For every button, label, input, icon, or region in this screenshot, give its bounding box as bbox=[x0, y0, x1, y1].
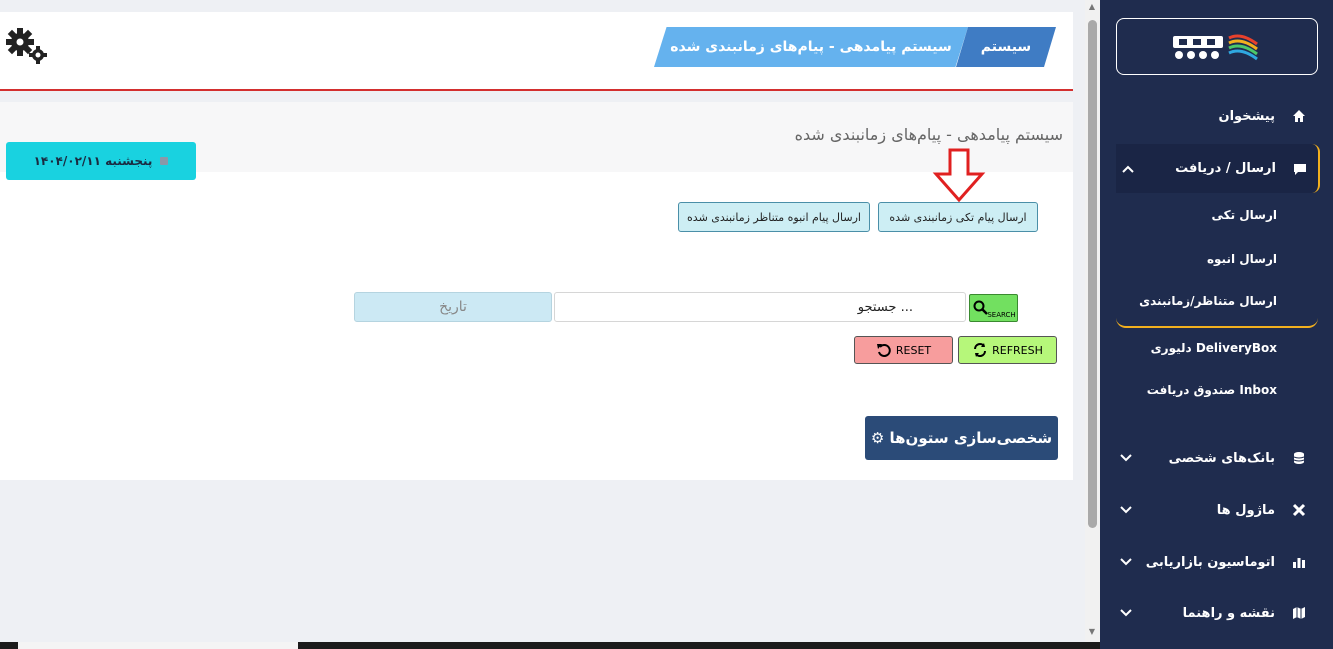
scroll-up-icon[interactable]: ▲ bbox=[1087, 2, 1097, 12]
breadcrumb-page[interactable]: سیستم پیامدهی - پیام‌های زمانبندی شده bbox=[654, 27, 968, 67]
refresh-label: REFRESH bbox=[992, 343, 1043, 357]
search-icon bbox=[973, 300, 988, 315]
brand-logo[interactable] bbox=[1116, 18, 1318, 75]
search-button-label: SEARCH bbox=[987, 311, 1016, 319]
breadcrumb-system[interactable]: سیستم bbox=[956, 27, 1056, 67]
chevron-down-icon[interactable] bbox=[1118, 605, 1134, 621]
date-filter-input[interactable] bbox=[354, 292, 552, 322]
calendar-icon bbox=[160, 157, 169, 165]
red-arrow-annotation-icon bbox=[932, 148, 986, 203]
chevron-down-icon[interactable] bbox=[1118, 450, 1134, 466]
reset-label: RESET bbox=[895, 343, 932, 357]
sidebar-item-label: نقشه و راهنما bbox=[1182, 605, 1275, 621]
reset-button[interactable]: RESET bbox=[854, 336, 953, 364]
chevron-down-icon[interactable] bbox=[1118, 554, 1134, 570]
undo-icon bbox=[876, 344, 891, 357]
active-submenu-indicator bbox=[1116, 312, 1318, 328]
submenu-inbox[interactable]: صندوق دریافت Inbox bbox=[1147, 383, 1277, 397]
refresh-button[interactable]: REFRESH bbox=[958, 336, 1057, 364]
sidebar-item-label: ماژول ها bbox=[1216, 502, 1275, 518]
sidebar-item-label: اتوماسیون بازاریابی bbox=[1145, 554, 1275, 570]
page-title: سیستم پیامدهی - پیام‌های زمانبندی شده bbox=[794, 125, 1063, 144]
brand-logo-icon bbox=[1173, 34, 1258, 60]
date-label: پنجشنبه ۱۴۰۴/۰۲/۱۱ bbox=[33, 154, 153, 168]
sidebar-item-marketing-automation[interactable]: اتوماسیون بازاریابی bbox=[1100, 542, 1333, 582]
sidebar-item-label: پیشخوان bbox=[1218, 108, 1276, 124]
page-header: سیستم پیامدهی - پیام‌های زمانبندی شده سی… bbox=[0, 12, 1073, 91]
submenu-send-bulk[interactable]: ارسال انبوه bbox=[1207, 252, 1277, 266]
map-icon bbox=[1291, 605, 1307, 621]
scroll-down-icon[interactable]: ▼ bbox=[1087, 627, 1097, 637]
sidebar-item-personal-banks[interactable]: بانک‌های شخصی bbox=[1100, 438, 1333, 478]
date-badge[interactable]: پنجشنبه ۱۴۰۴/۰۲/۱۱ bbox=[6, 142, 196, 180]
sidebar-item-modules[interactable]: ماژول ها bbox=[1100, 490, 1333, 530]
message-icon bbox=[1292, 161, 1308, 177]
send-single-scheduled-button[interactable]: ارسال پیام تکی زمانبندی شده bbox=[878, 202, 1038, 232]
taskbar-segment bbox=[18, 642, 298, 649]
search-input[interactable] bbox=[554, 292, 966, 322]
title-strip: سیستم پیامدهی - پیام‌های زمانبندی شده پن… bbox=[0, 102, 1073, 180]
customize-columns-button[interactable]: ⚙ شخصی‌سازی ستون‌ها bbox=[865, 416, 1058, 460]
submenu-send-scheduled[interactable]: ارسال متناظر/زمانبندی bbox=[1139, 294, 1277, 308]
chevron-down-icon[interactable] bbox=[1118, 502, 1134, 518]
chart-icon bbox=[1291, 554, 1307, 570]
sidebar-item-map-guide[interactable]: نقشه و راهنما bbox=[1100, 593, 1333, 633]
tools-icon bbox=[1291, 502, 1307, 518]
submenu-send-single[interactable]: ارسال تکی bbox=[1211, 208, 1277, 222]
sidebar-item-label: بانک‌های شخصی bbox=[1168, 450, 1275, 466]
refresh-icon bbox=[974, 343, 987, 357]
submenu-deliverybox[interactable]: دلیوری DeliveryBox bbox=[1151, 341, 1277, 355]
sidebar-item-send-receive[interactable]: ارسال / دریافت bbox=[1116, 144, 1320, 193]
sidebar-item-label: ارسال / دریافت bbox=[1175, 161, 1276, 176]
settings-gears-icon[interactable] bbox=[4, 28, 48, 64]
send-bulk-scheduled-button[interactable]: ارسال پیام انبوه متناظر زمانبندی شده bbox=[678, 202, 870, 232]
sidebar-item-dashboard[interactable]: پیشخوان bbox=[1100, 96, 1333, 136]
scrollbar-thumb[interactable] bbox=[1088, 20, 1097, 528]
main-content: سیستم پیامدهی - پیام‌های زمانبندی شده پن… bbox=[0, 102, 1073, 480]
search-button[interactable]: SEARCH bbox=[969, 294, 1018, 322]
chevron-up-icon[interactable] bbox=[1120, 161, 1136, 177]
sidebar: پیشخوان ارسال / دریافت ارسال تکی ارسال ا… bbox=[1100, 0, 1333, 649]
home-icon bbox=[1291, 108, 1307, 124]
database-icon bbox=[1291, 450, 1307, 466]
